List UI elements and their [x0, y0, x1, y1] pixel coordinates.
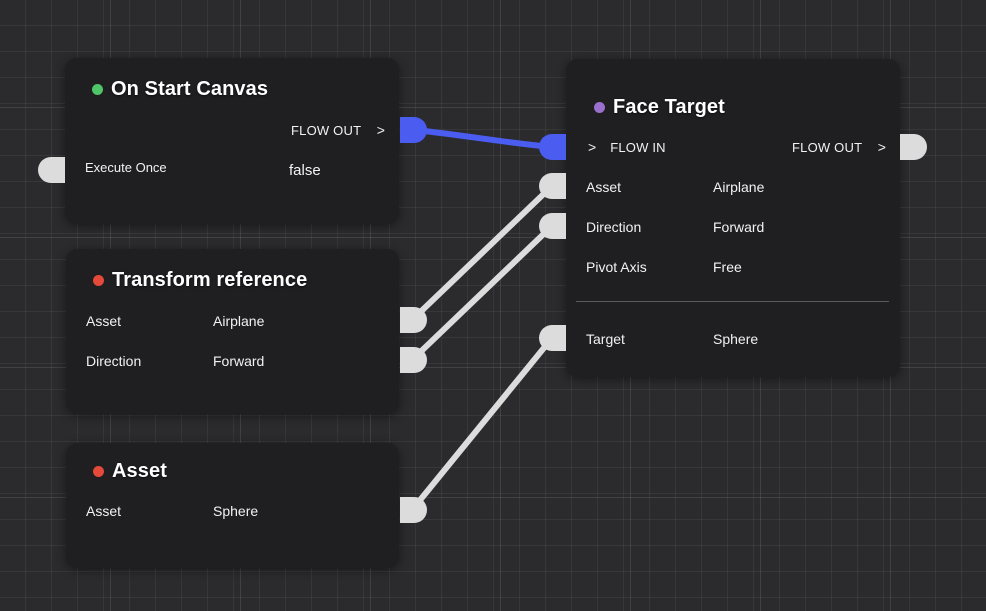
output-port-direction[interactable]	[400, 347, 427, 373]
input-port-execute-once[interactable]	[38, 157, 65, 183]
wire-asset	[409, 183, 555, 323]
status-dot-icon	[93, 275, 104, 286]
flow-in-label: FLOW IN	[610, 140, 666, 155]
flow-out-label-row: FLOW OUT >	[792, 139, 892, 155]
input-port-direction[interactable]	[539, 213, 566, 239]
row-label-direction: Direction	[86, 353, 142, 369]
node-face-target[interactable]: Face Target > FLOW IN FLOW OUT > Asset A…	[566, 59, 900, 377]
row-value-target[interactable]: Sphere	[713, 331, 758, 347]
row-label-pivot-axis: Pivot Axis	[586, 259, 647, 275]
status-dot-icon	[594, 102, 605, 113]
node-title: Face Target	[613, 96, 725, 118]
row-label-asset: Asset	[86, 313, 122, 329]
row-value-pivot-axis[interactable]: Free	[713, 259, 742, 275]
node-on-start-canvas[interactable]: On Start Canvas FLOW OUT > Execute Once …	[65, 58, 399, 224]
section-divider	[576, 301, 889, 302]
output-port-flow-out[interactable]	[400, 117, 427, 143]
input-port-asset[interactable]	[539, 173, 566, 199]
row-value-asset[interactable]: Sphere	[213, 503, 258, 519]
row-label-asset: Asset	[86, 503, 122, 519]
status-dot-icon	[92, 84, 103, 95]
node-title: On Start Canvas	[111, 78, 269, 100]
flow-out-label: FLOW OUT	[291, 123, 361, 138]
output-port-asset[interactable]	[400, 497, 427, 523]
node-title-row: Asset	[93, 460, 167, 483]
node-title-row: Transform reference	[93, 269, 307, 292]
input-port-target[interactable]	[539, 325, 566, 351]
node-title: Transform reference	[112, 269, 308, 291]
row-label-target: Target	[586, 331, 625, 347]
row-value-direction[interactable]: Forward	[213, 353, 264, 369]
output-port-asset[interactable]	[400, 307, 427, 333]
node-title: Asset	[112, 460, 167, 482]
status-dot-icon	[93, 466, 104, 477]
row-value-asset[interactable]: Airplane	[213, 313, 264, 329]
input-port-flow-in[interactable]	[539, 134, 566, 160]
node-title-row: On Start Canvas	[92, 78, 268, 101]
row-value-direction[interactable]: Forward	[713, 219, 764, 235]
chevron-right-icon: >	[588, 139, 597, 155]
flow-out-label-row: FLOW OUT >	[291, 122, 391, 138]
node-transform-reference[interactable]: Transform reference Asset Airplane Direc…	[66, 249, 399, 414]
chevron-right-icon: >	[376, 122, 386, 138]
node-title-row: Face Target	[594, 96, 725, 119]
flow-wire	[412, 127, 555, 150]
row-value-asset[interactable]: Airplane	[713, 179, 764, 195]
row-label-asset: Asset	[586, 179, 622, 195]
output-port-flow-out[interactable]	[900, 134, 927, 160]
graph-canvas[interactable]: On Start Canvas FLOW OUT > Execute Once …	[0, 0, 986, 611]
flow-out-label: FLOW OUT	[792, 140, 862, 155]
execute-once-value[interactable]: false	[289, 162, 321, 179]
wire-target	[409, 335, 555, 513]
wire-direction	[409, 223, 555, 363]
flow-in-label-row: > FLOW IN	[582, 139, 666, 155]
execute-once-label: Execute Once	[85, 160, 167, 175]
row-label-direction: Direction	[586, 219, 642, 235]
node-asset[interactable]: Asset Asset Sphere	[66, 443, 399, 568]
chevron-right-icon: >	[877, 139, 887, 155]
